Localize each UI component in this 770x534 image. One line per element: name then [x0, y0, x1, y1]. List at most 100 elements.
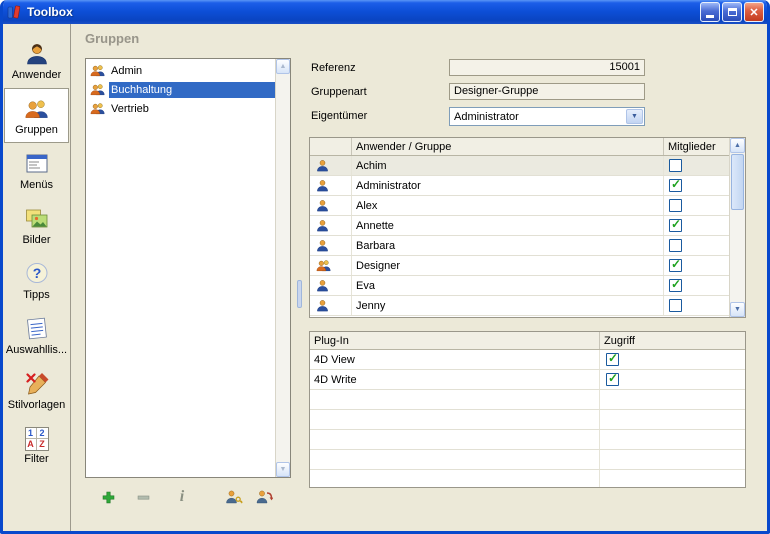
- members-table-header: Anwender / Gruppe Mitglieder: [310, 138, 729, 156]
- titlebar[interactable]: Toolbox ✕: [0, 0, 770, 24]
- group-icon: [90, 83, 106, 96]
- member-checkbox[interactable]: [669, 159, 682, 172]
- user-assign-button[interactable]: [253, 486, 275, 508]
- chevron-down-icon[interactable]: ▼: [626, 109, 643, 124]
- group-list-item[interactable]: Vertrieb: [86, 99, 275, 118]
- user-properties-button[interactable]: [223, 486, 245, 508]
- member-name: Eva: [352, 276, 664, 295]
- sidebar-item-menus[interactable]: Menüs: [3, 143, 70, 198]
- sidebar-item-bilder[interactable]: Bilder: [3, 198, 70, 253]
- group-list-scrollbar[interactable]: ▲ ▼: [275, 59, 290, 477]
- choice-list-icon: [24, 316, 50, 342]
- name-column-header: Anwender / Gruppe: [352, 138, 664, 155]
- member-row[interactable]: Alex: [310, 196, 729, 216]
- sidebar-item-anwender[interactable]: Anwender: [3, 33, 70, 88]
- user-key-icon: [225, 489, 243, 505]
- sidebar-item-label: Filter: [24, 453, 48, 465]
- member-row[interactable]: Eva: [310, 276, 729, 296]
- member-checkbox[interactable]: [669, 219, 682, 232]
- scrollbar-thumb[interactable]: [731, 154, 744, 210]
- eigentuemer-label: Eigentümer: [311, 110, 367, 122]
- pictures-icon: [24, 206, 50, 232]
- member-checkbox[interactable]: [669, 279, 682, 292]
- plugin-row-empty: [310, 410, 745, 430]
- member-row[interactable]: Designer: [310, 256, 729, 276]
- sidebar-item-label: Anwender: [12, 69, 62, 81]
- group-list-item-selected[interactable]: Buchhaltung: [86, 80, 275, 99]
- referenz-field[interactable]: 15001: [449, 59, 645, 76]
- close-button[interactable]: ✕: [744, 2, 764, 22]
- remove-group-button[interactable]: [132, 486, 154, 508]
- eigentuemer-select[interactable]: Administrator ▼: [449, 107, 645, 126]
- sidebar-item-filter[interactable]: 1 2 A Z Filter: [3, 418, 70, 473]
- user-icon: [310, 176, 352, 195]
- members-table: Anwender / Gruppe Mitglieder Achim Admin…: [309, 137, 746, 318]
- sidebar: Anwender Gruppen Menüs Bilder Tipps Ausw…: [3, 24, 71, 531]
- member-row[interactable]: Annette: [310, 216, 729, 236]
- sidebar-item-stilvorlagen[interactable]: Stilvorlagen: [3, 363, 70, 418]
- plugins-table-body: 4D View 4D Write: [310, 350, 745, 487]
- member-name: Barbara: [352, 236, 664, 255]
- menu-icon: [24, 151, 50, 177]
- maximize-button[interactable]: [722, 2, 742, 22]
- user-icon: [24, 41, 50, 67]
- plugin-row[interactable]: 4D View: [310, 350, 745, 370]
- member-checkbox[interactable]: [669, 179, 682, 192]
- sidebar-item-tipps[interactable]: Tipps: [3, 253, 70, 308]
- sidebar-item-gruppen[interactable]: Gruppen: [4, 88, 69, 143]
- tips-icon: [24, 261, 50, 287]
- member-row[interactable]: Achim: [310, 156, 729, 176]
- members-scrollbar[interactable]: ▲ ▼: [729, 138, 745, 317]
- user-icon: [310, 296, 352, 315]
- user-icon: [310, 216, 352, 235]
- group-label: Admin: [109, 63, 275, 79]
- styles-icon: [24, 371, 50, 397]
- plugin-row-empty: [310, 470, 745, 487]
- plugin-row-empty: [310, 430, 745, 450]
- group-label: Buchhaltung: [109, 82, 275, 98]
- info-button[interactable]: i: [171, 486, 193, 508]
- member-checkbox[interactable]: [669, 199, 682, 212]
- member-checkbox[interactable]: [669, 299, 682, 312]
- member-checkbox[interactable]: [669, 259, 682, 272]
- access-checkbox[interactable]: [606, 353, 619, 366]
- access-checkbox[interactable]: [606, 373, 619, 386]
- maximize-icon: [728, 8, 737, 16]
- add-group-button[interactable]: [97, 486, 119, 508]
- plus-icon: [101, 490, 116, 505]
- scroll-up-icon[interactable]: ▲: [276, 59, 290, 74]
- main-panel: Gruppen Admin Buchhaltung Vertrieb: [71, 24, 767, 531]
- group-icon: [310, 256, 352, 275]
- group-list-item[interactable]: Admin: [86, 61, 275, 80]
- member-row[interactable]: Jenny: [310, 296, 729, 316]
- access-column-header: Zugriff: [600, 332, 745, 349]
- group-icon: [24, 96, 50, 122]
- splitter[interactable]: [296, 58, 303, 478]
- group-list-toolbar: i: [85, 482, 295, 512]
- user-icon: [310, 276, 352, 295]
- member-row[interactable]: Administrator: [310, 176, 729, 196]
- scroll-down-icon[interactable]: ▼: [730, 302, 745, 317]
- plugin-column-header: Plug-In: [310, 332, 600, 349]
- member-column-header: Mitglieder: [664, 138, 729, 155]
- sidebar-item-label: Auswahllis...: [6, 344, 67, 356]
- member-checkbox[interactable]: [669, 239, 682, 252]
- member-row[interactable]: Barbara: [310, 236, 729, 256]
- scroll-up-icon[interactable]: ▲: [730, 138, 745, 153]
- plugin-name: 4D Write: [310, 370, 600, 389]
- user-icon: [310, 156, 352, 175]
- filter-icon: 1 2 A Z: [25, 427, 49, 451]
- scroll-down-icon[interactable]: ▼: [276, 462, 290, 477]
- splitter-handle[interactable]: [297, 280, 302, 308]
- sidebar-item-auswahllisten[interactable]: Auswahllis...: [3, 308, 70, 363]
- user-icon: [310, 236, 352, 255]
- plugin-row[interactable]: 4D Write: [310, 370, 745, 390]
- gruppenart-field[interactable]: Designer-Gruppe: [449, 83, 645, 100]
- sidebar-item-label: Gruppen: [15, 124, 58, 136]
- sidebar-item-label: Menüs: [20, 179, 53, 191]
- page-title: Gruppen: [85, 31, 139, 46]
- sidebar-item-label: Bilder: [22, 234, 50, 246]
- minus-icon: [136, 490, 151, 505]
- group-icon: [90, 64, 106, 77]
- minimize-button[interactable]: [700, 2, 720, 22]
